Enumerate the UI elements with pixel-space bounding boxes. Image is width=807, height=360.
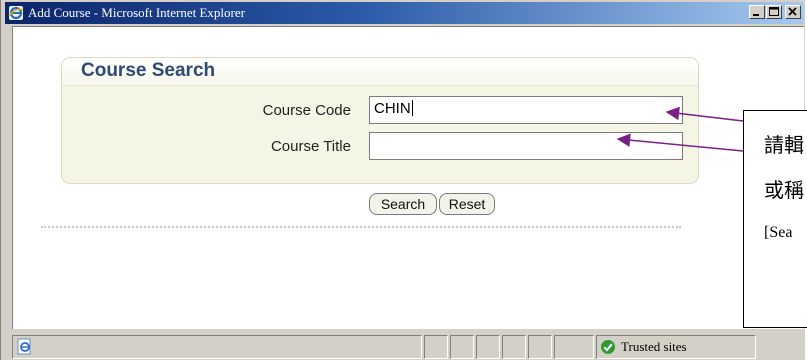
- trusted-sites-icon: [601, 340, 615, 354]
- dotted-separator: [41, 226, 681, 228]
- course-title-label: Course Title: [270, 138, 351, 155]
- reset-button[interactable]: Reset: [439, 193, 495, 215]
- status-cell: [502, 335, 526, 359]
- text-caret: [411, 100, 413, 116]
- callout-line: [Sea: [764, 224, 793, 241]
- course-code-label: Course Code: [262, 102, 351, 119]
- close-icon: [788, 7, 797, 16]
- status-cell: [424, 335, 448, 359]
- close-button[interactable]: [785, 5, 801, 19]
- ie-page-icon: [17, 338, 31, 355]
- callout-line: 或稱: [764, 178, 804, 202]
- status-cell: [476, 335, 500, 359]
- status-text-cell: [12, 335, 422, 359]
- title-bar[interactable]: Add Course - Microsoft Internet Explorer: [5, 2, 804, 24]
- callout-line: 請輯: [764, 133, 804, 157]
- window-title: Add Course - Microsoft Internet Explorer: [28, 5, 245, 20]
- status-cell: [450, 335, 474, 359]
- course-code-input[interactable]: CHIN: [369, 96, 683, 124]
- maximize-icon: [769, 7, 779, 16]
- maximize-button[interactable]: [766, 5, 782, 19]
- minimize-button[interactable]: [749, 5, 765, 19]
- minimize-icon: [753, 14, 759, 16]
- status-cell: [528, 335, 552, 359]
- instruction-callout: 請輯 或稱 [Sea: [743, 110, 807, 328]
- course-code-value: CHIN: [374, 100, 411, 117]
- course-title-input[interactable]: [369, 132, 683, 160]
- browser-window: Add Course - Microsoft Internet Explorer…: [0, 0, 807, 360]
- ie-logo-icon: [8, 6, 24, 20]
- zone-label: Trusted sites: [621, 339, 687, 354]
- security-zone-cell[interactable]: Trusted sites: [596, 335, 756, 359]
- search-button[interactable]: Search: [369, 193, 437, 215]
- status-bar: Trusted sites: [12, 331, 804, 360]
- status-cell: [554, 335, 594, 359]
- panel-header: Course Search: [62, 58, 698, 86]
- panel-title: Course Search: [81, 60, 216, 81]
